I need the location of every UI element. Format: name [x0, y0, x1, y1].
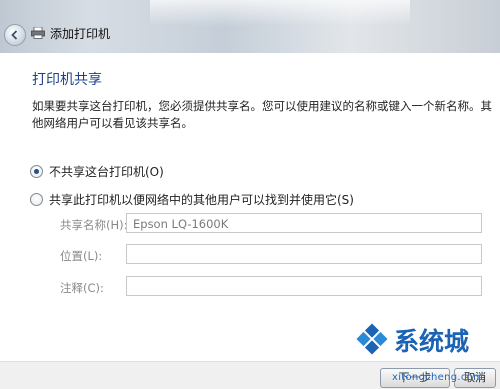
watermark-url: xitongcheng.com [392, 372, 484, 383]
back-arrow-icon [11, 30, 18, 40]
page-description: 如果要共享这台打印机，您必须提供共享名。您可以使用建议的名称或键入一个新名称。其… [32, 99, 492, 130]
location-input[interactable] [126, 244, 482, 264]
title-bar: 添加打印机 [0, 0, 500, 53]
page-heading: 打印机共享 [32, 72, 102, 88]
share-name-input[interactable]: Epson LQ-1600K [126, 213, 482, 233]
window-title: 添加打印机 [50, 27, 111, 41]
no-share-option[interactable]: 不共享这台打印机(O) [30, 163, 164, 180]
watermark-logo-icon [356, 323, 388, 355]
share-label: 共享此打印机以便网络中的其他用户可以找到并使用它(S) [49, 193, 354, 207]
no-share-label: 不共享这台打印机(O) [49, 165, 164, 179]
back-button[interactable] [4, 24, 26, 46]
title-bar-glow [150, 0, 410, 26]
no-share-radio[interactable] [30, 165, 43, 178]
watermark-text: 系统城 [394, 327, 470, 356]
share-name-label: 共享名称(H): [60, 218, 128, 232]
share-option[interactable]: 共享此打印机以便网络中的其他用户可以找到并使用它(S) [30, 191, 354, 208]
share-radio[interactable] [30, 193, 43, 206]
location-label: 位置(L): [60, 249, 103, 263]
comment-input[interactable] [126, 276, 482, 296]
printer-icon [31, 27, 45, 39]
comment-label: 注释(C): [60, 281, 104, 295]
